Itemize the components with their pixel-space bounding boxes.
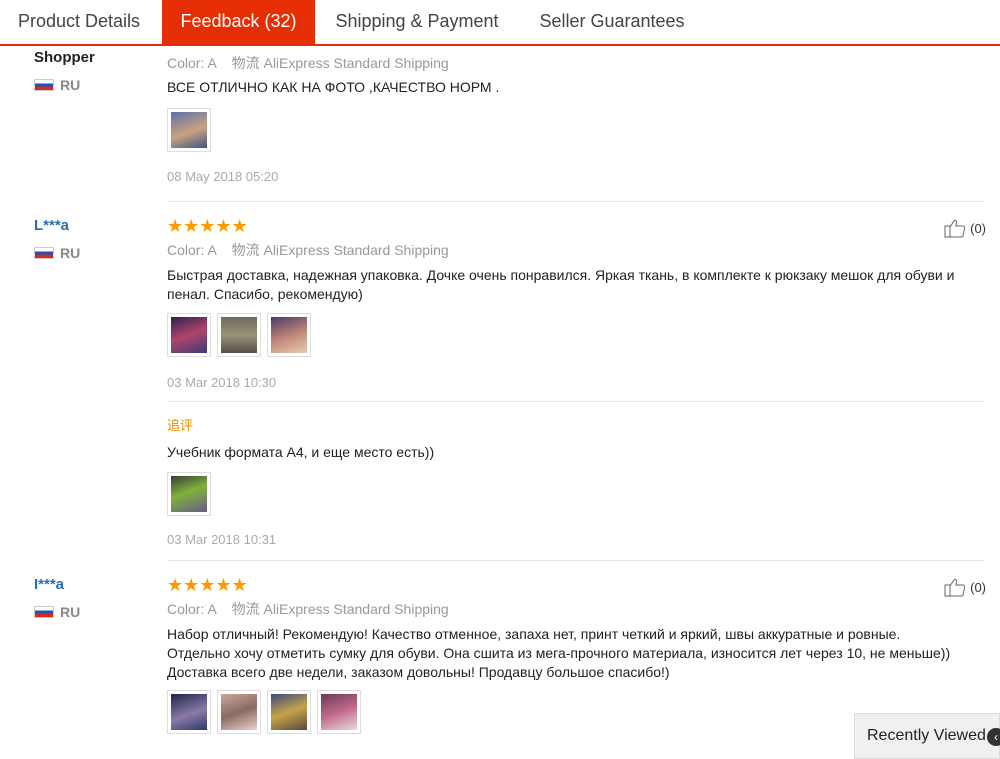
followup-divider	[167, 401, 985, 402]
tab-bar: Product Details Feedback (32) Shipping &…	[0, 0, 1000, 46]
helpful-count: (0)	[970, 579, 986, 595]
review-photo[interactable]	[167, 690, 211, 734]
review-photo[interactable]	[267, 690, 311, 734]
helpful-count: (0)	[970, 220, 986, 236]
color-attribute: Color: A	[167, 601, 217, 617]
review-date: 03 Mar 2018 10:30	[167, 375, 277, 390]
reviewer-country: RU	[34, 77, 80, 93]
rating-stars: ★★★★★	[167, 575, 248, 595]
shipping-method: AliExpress Standard Shipping	[263, 601, 449, 617]
review-photo[interactable]	[317, 690, 361, 734]
review-photo[interactable]	[267, 313, 311, 357]
review-photos	[167, 313, 985, 357]
review-photo[interactable]	[217, 690, 261, 734]
reviewer-country: RU	[34, 245, 80, 261]
recently-viewed-panel[interactable]: Recently Viewed ‹	[854, 713, 1000, 759]
logistics-label: 物流	[231, 601, 260, 617]
chevron-icon: ‹	[987, 728, 1000, 746]
tab-product-details[interactable]: Product Details	[0, 0, 158, 44]
review-text: Быстрая доставка, надежная упаковка. Доч…	[167, 267, 955, 302]
tab-seller-guarantees[interactable]: Seller Guarantees	[520, 0, 704, 44]
logistics-label: 物流	[231, 55, 260, 71]
review-date: 08 May 2018 05:20	[167, 169, 279, 184]
shipping-method: AliExpress Standard Shipping	[263, 55, 449, 71]
additional-feedback-label: 追评	[167, 418, 194, 433]
reviewer-name[interactable]: L***a	[34, 217, 69, 234]
thumbs-up-icon	[944, 219, 966, 238]
reviewer-country: RU	[34, 604, 80, 620]
helpful-button[interactable]: (0)	[944, 577, 986, 597]
review-photo[interactable]	[167, 108, 211, 152]
review-meta: Color: A 物流 AliExpress Standard Shipping	[167, 599, 985, 619]
rating-stars: ★★★★★	[167, 216, 248, 236]
recently-viewed-label: Recently Viewed	[867, 727, 986, 744]
additional-feedback-date: 03 Mar 2018 10:31	[167, 532, 277, 547]
review-text: ВСЕ ОТЛИЧНО КАК НА ФОТО ,КАЧЕСТВО НОРМ .	[167, 79, 500, 95]
review-photos	[167, 108, 985, 152]
color-attribute: Color: A	[167, 242, 217, 258]
review-text: Набор отличный! Рекомендую! Качество отм…	[167, 626, 951, 680]
russia-flag-icon	[34, 247, 54, 259]
additional-feedback-text: Учебник формата А4, и еще место есть))	[167, 444, 435, 460]
review-divider	[167, 201, 985, 202]
russia-flag-icon	[34, 79, 54, 91]
shipping-method: AliExpress Standard Shipping	[263, 242, 449, 258]
review-meta: Color: A 物流 AliExpress Standard Shipping	[167, 53, 985, 73]
additional-photos	[167, 472, 985, 516]
tab-shipping-payment[interactable]: Shipping & Payment	[318, 0, 516, 44]
review-photo[interactable]	[217, 313, 261, 357]
russia-flag-icon	[34, 606, 54, 618]
review-divider	[167, 560, 985, 561]
helpful-button[interactable]: (0)	[944, 218, 986, 238]
thumbs-up-icon	[944, 578, 966, 597]
review-photo[interactable]	[167, 472, 211, 516]
review-meta: Color: A 物流 AliExpress Standard Shipping	[167, 240, 985, 260]
tab-feedback[interactable]: Feedback (32)	[162, 0, 315, 44]
reviewer-name[interactable]: Shopper	[34, 49, 95, 66]
logistics-label: 物流	[231, 242, 260, 258]
reviewer-name[interactable]: I***a	[34, 576, 64, 593]
review-photo[interactable]	[167, 313, 211, 357]
color-attribute: Color: A	[167, 55, 217, 71]
